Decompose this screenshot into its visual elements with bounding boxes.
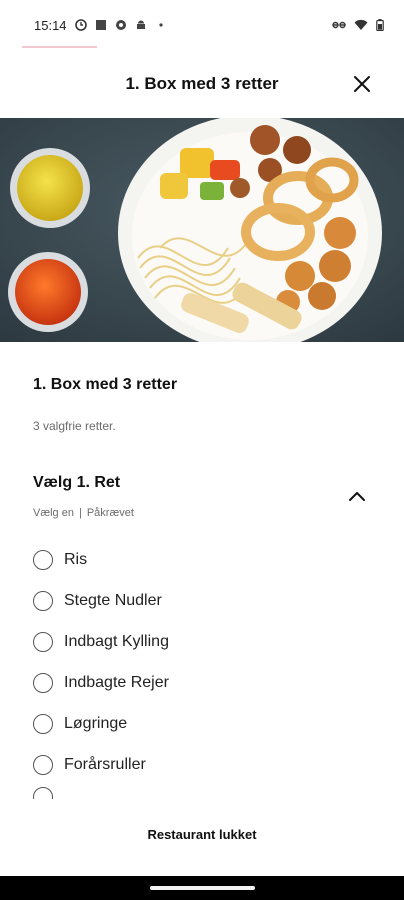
option-label: Indbagte Rejer (64, 673, 169, 691)
radio-button[interactable] (33, 713, 53, 734)
dish-image (0, 118, 404, 342)
item-description: 3 valgfrie retter. (33, 419, 116, 433)
option-indbagte-rejer[interactable]: Indbagte Rejer (33, 662, 373, 703)
close-icon[interactable] (350, 72, 374, 96)
option-group-hint: Vælg en (33, 507, 74, 519)
radio-button[interactable] (33, 549, 53, 570)
radio-button[interactable] (33, 590, 53, 611)
option-label: Indbagt Kylling (64, 632, 169, 650)
option-foraarsruller[interactable]: Forårsruller (33, 744, 373, 785)
modal-header: 1. Box med 3 retter (0, 62, 404, 106)
header-title: 1. Box med 3 retter (125, 74, 279, 93)
dot-icon (158, 23, 163, 27)
option-group-subtitle: Vælg en | Påkrævet (33, 507, 134, 519)
option-label: Forårsruller (64, 755, 146, 773)
food-photo (0, 118, 404, 342)
footer-bar: Restaurant lukket (0, 806, 404, 862)
android-icon (136, 20, 145, 29)
status-bar: 15:14 (0, 0, 404, 50)
gear-icon (115, 20, 126, 30)
app-square-icon (95, 20, 106, 30)
option-stegte-nudler[interactable]: Stegte Nudler (33, 580, 373, 621)
status-left-icons (74, 19, 167, 31)
system-nav-bar (0, 876, 404, 900)
home-gesture-handle[interactable] (150, 886, 255, 890)
restaurant-status: Restaurant lukket (147, 826, 257, 842)
wifi-icon (354, 19, 368, 30)
option-label: Ris (64, 550, 88, 568)
radio-button[interactable] (33, 631, 53, 652)
option-list: Ris Stegte Nudler Indbagt Kylling Indbag… (33, 539, 373, 799)
option-ris[interactable]: Ris (33, 539, 373, 580)
link-icon (332, 21, 346, 29)
scroll-indicator (22, 46, 97, 48)
required-label: Påkrævet (86, 507, 134, 519)
option-label: Løgringe (64, 714, 128, 732)
option-indbagt-kylling[interactable]: Indbagt Kylling (33, 621, 373, 662)
option-partially-visible[interactable] (33, 785, 373, 799)
separator: | (78, 507, 82, 519)
clock-icon (74, 19, 87, 31)
status-right-icons (332, 19, 384, 31)
radio-button[interactable] (33, 754, 53, 775)
option-logringe[interactable]: Løgringe (33, 703, 373, 744)
radio-button[interactable] (33, 787, 53, 799)
battery-icon (376, 19, 384, 31)
item-title: 1. Box med 3 retter (33, 376, 178, 393)
option-group-title: Vælg 1. Ret (33, 474, 121, 491)
radio-button[interactable] (33, 672, 53, 693)
option-label: Stegte Nudler (64, 591, 162, 609)
status-time: 15:14 (34, 17, 67, 33)
chevron-up-icon[interactable] (345, 488, 369, 504)
